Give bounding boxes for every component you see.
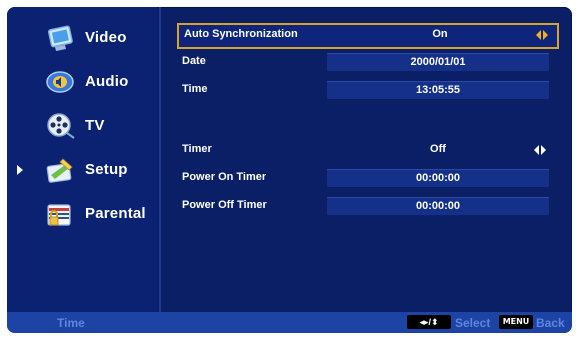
sidebar-item-parental[interactable]: Parental [15, 197, 155, 231]
sidebar-item-setup[interactable]: Setup [15, 153, 155, 187]
nav-key-icon: ◂▸/⬍ [407, 315, 451, 329]
video-monitor-icon [47, 25, 73, 51]
sidebar-item-tv[interactable]: TV [15, 109, 155, 143]
left-right-arrows-icon[interactable] [533, 144, 547, 156]
setting-label: Auto Synchronization [184, 28, 298, 40]
speaker-icon [46, 71, 74, 93]
setting-row-power-on-timer[interactable]: Power On Timer 00:00:00 [177, 168, 555, 188]
setting-row-date[interactable]: Date 2000/01/01 [177, 52, 555, 72]
setting-value: On [432, 28, 448, 40]
setting-row-power-off-timer[interactable]: Power Off Timer 00:00:00 [177, 196, 555, 216]
sidebar-item-label: Audio [85, 73, 129, 90]
setting-label: Power Off Timer [182, 199, 267, 211]
setting-row-auto-synchronization[interactable]: Auto Synchronization On [177, 23, 559, 49]
setting-row-time[interactable]: Time 13:05:55 [177, 80, 555, 100]
setup-tools-icon [46, 158, 73, 183]
sidebar-item-label: Video [85, 29, 127, 46]
setting-label: Power On Timer [182, 171, 267, 183]
left-right-arrows-icon[interactable] [535, 29, 549, 41]
sidebar-item-label: Setup [85, 161, 128, 178]
sidebar-item-audio[interactable]: Audio [15, 65, 155, 99]
sidebar-item-label: Parental [85, 205, 146, 222]
date-field[interactable]: 2000/01/01 [327, 53, 549, 71]
setting-row-timer[interactable]: Timer Off [177, 140, 555, 160]
power-off-timer-field[interactable]: 00:00:00 [327, 197, 549, 215]
power-on-timer-field[interactable]: 00:00:00 [327, 169, 549, 187]
bottom-hint-bar: Time ◂▸/⬍ Select MENU Back [7, 312, 572, 333]
menu-key-icon: MENU [499, 315, 533, 329]
sidebar-divider [159, 7, 161, 312]
sidebar-item-video[interactable]: Video [15, 21, 155, 55]
sidebar-item-label: TV [85, 117, 105, 134]
parental-lock-icon [47, 204, 71, 226]
selected-arrow-icon [17, 165, 23, 175]
select-hint: Select [455, 316, 491, 330]
setting-value: Off [430, 143, 446, 155]
status-text: Time [57, 316, 85, 330]
time-field[interactable]: 13:05:55 [327, 81, 549, 99]
sidebar-menu: Video Audio TV Setup Parental [7, 7, 157, 312]
film-reel-icon [47, 113, 75, 139]
back-hint: Back [536, 316, 565, 330]
osd-screen: Video Audio TV Setup Parental Auto Synch… [7, 7, 572, 333]
setting-label: Date [182, 55, 206, 67]
settings-panel: Auto Synchronization On Date 2000/01/01 … [165, 7, 572, 312]
setting-label: Timer [182, 143, 212, 155]
setting-label: Time [182, 83, 208, 95]
